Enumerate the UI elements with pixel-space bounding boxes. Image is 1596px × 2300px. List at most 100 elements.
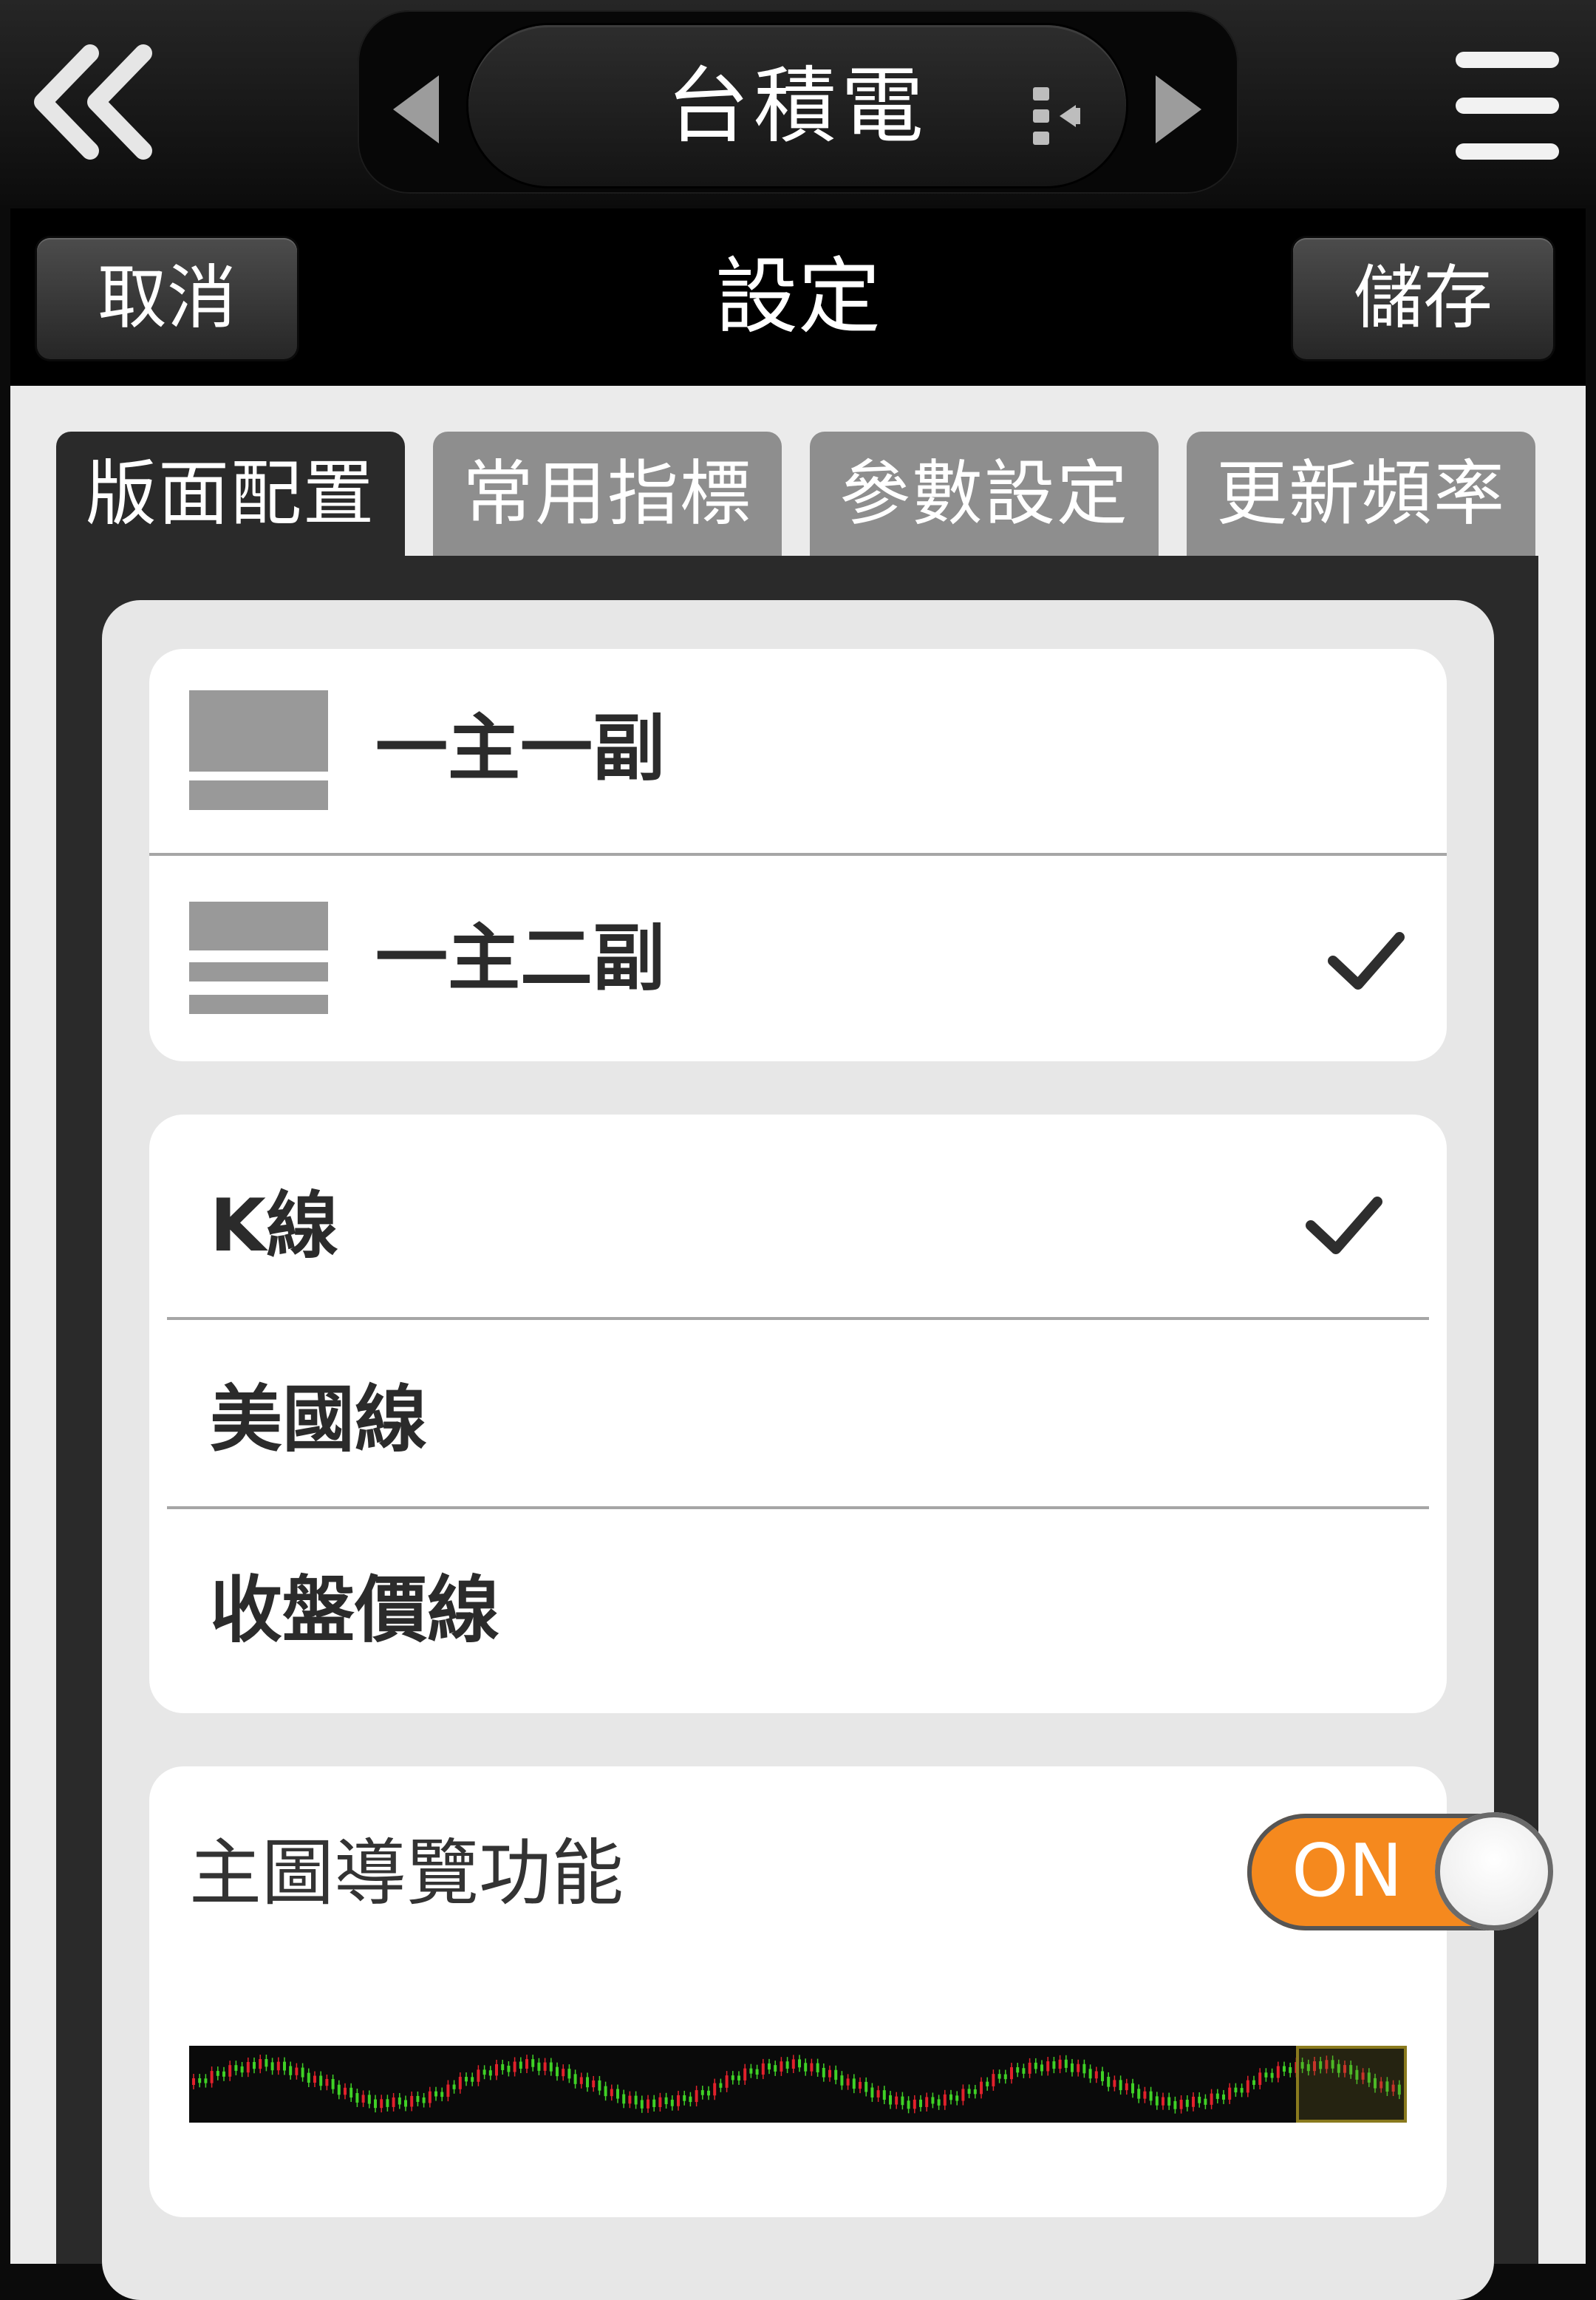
candle-body [768, 2063, 771, 2070]
tab-parameters[interactable]: 參數設定 [810, 432, 1159, 556]
candle-body [586, 2077, 589, 2088]
candle-body [270, 2062, 274, 2071]
candle-body [834, 2069, 838, 2080]
triangle-left-icon[interactable] [393, 75, 439, 143]
candle-body [986, 2081, 989, 2086]
candle-body [937, 2099, 941, 2106]
toggle-knob[interactable] [1435, 1812, 1553, 1930]
candle-body [1210, 2093, 1213, 2105]
candle-body [1215, 2093, 1219, 2099]
triangle-right-icon[interactable] [1156, 75, 1201, 143]
line-type-ohlc[interactable]: 美國線 [149, 1320, 1447, 1505]
candle-body [1003, 2074, 1007, 2080]
stock-switch-icon[interactable] [1030, 83, 1089, 149]
tab-indicators[interactable]: 常用指標 [433, 432, 782, 556]
candle-body [488, 2070, 492, 2076]
candle-body [658, 2097, 662, 2107]
candle-body [749, 2068, 753, 2074]
candle-body [392, 2097, 395, 2107]
candle-body [477, 2069, 480, 2082]
candle-body [774, 2065, 777, 2072]
candle-body [943, 2094, 947, 2106]
candle-body [1088, 2069, 1092, 2079]
candle-body [616, 2089, 619, 2099]
candle-body [852, 2078, 856, 2089]
candle-body [1082, 2063, 1086, 2074]
candle-body [652, 2099, 656, 2107]
line-type-kline[interactable]: K線 [149, 1115, 1447, 1319]
candle-body [913, 2099, 916, 2109]
candle-body [1162, 2097, 1164, 2106]
candle-body [1155, 2096, 1159, 2106]
candle-body [876, 2090, 880, 2097]
candle-body [531, 2059, 535, 2067]
candle-body [761, 2063, 765, 2075]
candle-body [1119, 2080, 1122, 2091]
candle-body [907, 2100, 910, 2109]
back-button[interactable] [18, 37, 166, 170]
candle-body [592, 2080, 596, 2088]
candle-body [961, 2089, 965, 2101]
candle-body [307, 2072, 310, 2083]
line-type-close[interactable]: 收盤價線 [149, 1509, 1447, 1713]
candle-body [1192, 2096, 1195, 2107]
navigator-toggle[interactable]: ON [1247, 1812, 1553, 1932]
candle-body [955, 2095, 959, 2101]
candle-body [337, 2084, 341, 2095]
candle-body [246, 2061, 250, 2073]
candle-body [1228, 2087, 1232, 2100]
candle-body [791, 2059, 795, 2069]
tab-layout[interactable]: 版面配置 [56, 432, 405, 556]
candle-body [870, 2087, 874, 2097]
candle-body [562, 2069, 565, 2077]
candle-body [670, 2100, 674, 2106]
candle-body [683, 2095, 686, 2101]
candle-body [482, 2069, 486, 2075]
layout-option-label: 一主二副 [375, 916, 666, 1001]
candle-body [513, 2061, 516, 2072]
candle-body [1264, 2072, 1268, 2078]
candle-body [647, 2099, 649, 2109]
line-type-label: 收盤價線 [210, 1568, 500, 1653]
candle-body [458, 2077, 462, 2089]
candle-body [253, 2061, 256, 2069]
candle-body [543, 2062, 547, 2071]
checkmark-icon [1306, 1197, 1382, 1254]
candle-body [949, 2094, 952, 2100]
candle-body [361, 2095, 365, 2103]
layout-option-1m1s[interactable]: 一主一副 [149, 649, 1447, 854]
candle-body [1107, 2076, 1111, 2087]
candle-body [828, 2069, 831, 2078]
stock-selector[interactable]: 台積電 [468, 25, 1126, 186]
candle-body [349, 2087, 353, 2098]
candle-body [283, 2061, 286, 2071]
candle-body [822, 2067, 825, 2078]
candle-body [780, 2061, 783, 2072]
stock-navigator: 台積電 [358, 10, 1238, 194]
candle-body [1113, 2080, 1116, 2087]
candle-body [1125, 2083, 1128, 2091]
candle-body [864, 2081, 868, 2092]
settings-header: 取消 設定 儲存 [10, 208, 1586, 386]
candle-body [707, 2090, 710, 2096]
candle-body [1028, 2062, 1031, 2074]
save-button[interactable]: 儲存 [1293, 238, 1553, 359]
candle-body [344, 2087, 347, 2095]
candle-body [895, 2096, 898, 2105]
candle-body [628, 2095, 632, 2104]
candle-body [1101, 2071, 1104, 2081]
hamburger-menu-icon[interactable] [1456, 52, 1559, 160]
candle-body [422, 2097, 426, 2103]
candle-body [1258, 2072, 1262, 2085]
candle-body [1094, 2071, 1098, 2079]
candle-body [240, 2066, 244, 2073]
layout-option-label: 一主一副 [375, 707, 666, 791]
layout-option-1m2s[interactable]: 一主二副 [149, 856, 1447, 1061]
candle-body [525, 2059, 528, 2069]
tab-refresh-rate[interactable]: 更新頻率 [1187, 432, 1535, 556]
candle-body [1077, 2063, 1080, 2072]
chart-navigator-strip[interactable] [189, 2046, 1407, 2123]
candle-body [695, 2090, 698, 2103]
candle-body [573, 2074, 577, 2084]
candle-body [677, 2095, 680, 2106]
